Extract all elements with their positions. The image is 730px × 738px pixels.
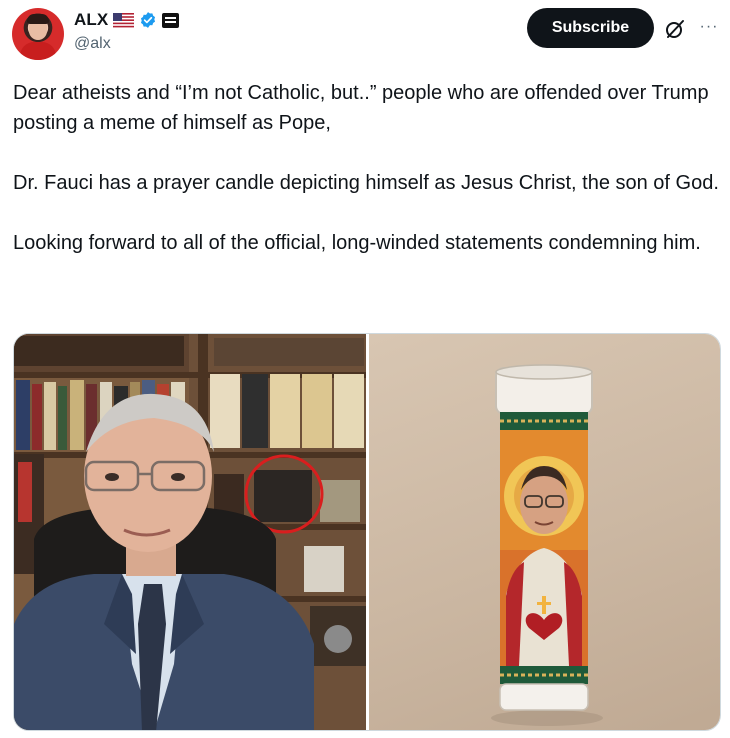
subscribe-button[interactable]: Subscribe (527, 8, 654, 48)
name-row: ALX (74, 9, 180, 31)
avatar-hair (27, 14, 49, 24)
tweet-paragraph: Dr. Fauci has a prayer candle depicting … (13, 172, 719, 194)
grok-icon[interactable] (664, 18, 686, 40)
prayer-candle-illustration (491, 364, 603, 726)
tweet-paragraph: Looking forward to all of the official, … (13, 232, 701, 254)
media-grid (13, 333, 721, 731)
author-handle[interactable]: @alx (74, 35, 111, 53)
office-photo-illustration (14, 334, 366, 730)
affiliate-badge-icon[interactable] (162, 12, 180, 28)
media-photo-left[interactable] (14, 334, 366, 730)
tweet-paragraph: Dear atheists and “I’m not Catholic, but… (13, 82, 709, 134)
avatar[interactable] (12, 8, 64, 60)
display-name[interactable]: ALX (74, 10, 108, 30)
tweet-text: Dear atheists and “I’m not Catholic, but… (13, 78, 719, 258)
verified-badge-icon[interactable] (139, 11, 157, 29)
more-options-icon[interactable]: ··· (696, 14, 722, 40)
media-photo-right[interactable] (369, 334, 720, 730)
tweet-header: ALX @alx Subscribe ··· (0, 0, 730, 70)
avatar-shirt (20, 42, 56, 60)
us-flag-icon (113, 12, 135, 28)
